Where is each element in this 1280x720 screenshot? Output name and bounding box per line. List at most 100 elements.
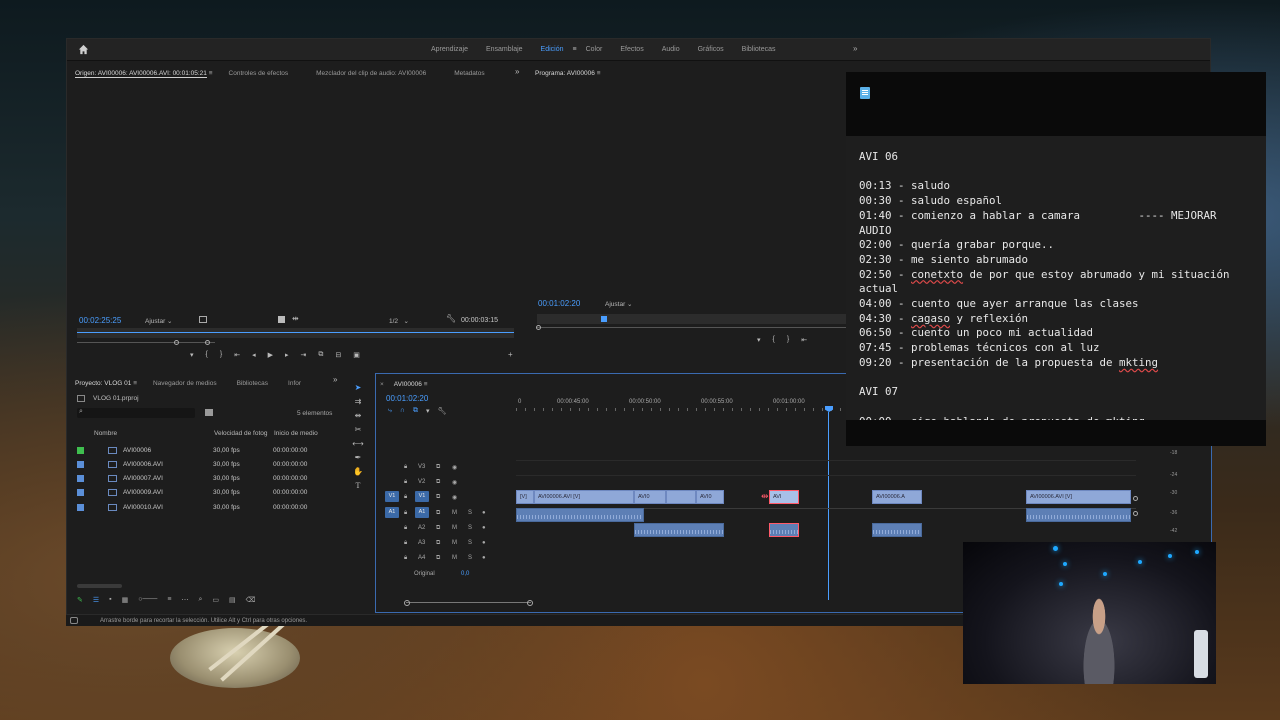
tab-project[interactable]: Proyecto: VLOG 01 ≡ — [67, 380, 145, 387]
new-bin-icon[interactable]: ▭ — [212, 596, 219, 604]
overwrite-clip-icon[interactable]: ⊟ — [335, 351, 341, 359]
mute-button[interactable]: M — [452, 510, 457, 516]
label-color-swatch[interactable] — [77, 503, 84, 511]
zoom-slider-icon[interactable]: ○─── — [138, 596, 157, 604]
workspace-tab[interactable]: Audio — [653, 46, 689, 53]
marker-icon[interactable]: ▾ — [757, 336, 761, 344]
solo-button[interactable]: S — [468, 555, 472, 561]
sync-lock-icon[interactable]: ⧉ — [436, 464, 440, 471]
settings-icon[interactable] — [199, 316, 207, 323]
eye-icon[interactable]: ◉ — [452, 464, 457, 471]
voice-over-icon[interactable]: ● — [482, 525, 486, 531]
stop-square-icon[interactable] — [278, 316, 285, 323]
insert-icon[interactable]: ⇹ — [292, 314, 299, 323]
horizontal-scrollbar[interactable] — [77, 584, 122, 588]
freeform-view-icon[interactable]: ▦ — [122, 596, 129, 604]
more-workspaces-icon[interactable]: » — [853, 44, 857, 53]
source-patch-v1[interactable]: V1 — [385, 491, 399, 502]
col-start[interactable]: Inicio de medio — [274, 430, 318, 437]
add-marker-icon[interactable]: ▾ — [426, 407, 430, 415]
close-sequence-icon[interactable]: × — [376, 381, 392, 388]
project-item-row[interactable]: AVI00009.AVI 30,00 fps 00:00:00:00 — [77, 486, 333, 500]
workspace-tab[interactable]: Aprendizaje — [422, 46, 477, 53]
zoom-bar[interactable] — [77, 342, 215, 343]
notepad-icon[interactable] — [860, 87, 870, 99]
mark-in-icon[interactable]: { — [773, 336, 775, 344]
selected-video-clip[interactable]: AVI — [769, 490, 799, 504]
video-clip[interactable]: AVI00006.AVI [V] — [534, 490, 634, 504]
notepad-text-area[interactable]: AVI 06 00:13 - saludo 00:30 - saludo espa… — [846, 136, 1266, 420]
project-item-row[interactable]: AVI00006.AVI 30,00 fps 00:00:00:00 — [77, 457, 333, 471]
tab-source[interactable]: Origen: AVI00006: AVI00006.AVI: 00:01:05… — [67, 69, 221, 78]
timeline-zoom-bar[interactable] — [406, 602, 531, 603]
mark-in-icon[interactable]: { — [206, 351, 208, 359]
sync-lock-icon[interactable]: ⧉ — [436, 510, 440, 517]
workspace-tab[interactable]: Efectos — [611, 46, 652, 53]
program-playhead[interactable] — [601, 316, 607, 322]
solo-button[interactable]: S — [468, 525, 472, 531]
project-item-row[interactable]: AVI00006 30,00 fps 00:00:00:00 — [77, 443, 333, 457]
track-lock-icon[interactable]: 🔒︎ — [404, 555, 407, 562]
sync-lock-icon[interactable]: ⧉ — [436, 494, 440, 501]
panel-overflow-icon[interactable]: » — [333, 375, 337, 384]
timeline-settings-icon[interactable]: 🔧︎ — [437, 407, 446, 415]
workspace-tab[interactable]: Edición — [532, 46, 573, 53]
program-scrubber[interactable] — [537, 314, 847, 324]
source-timecode[interactable]: 00:02:25:25 — [79, 316, 121, 325]
pen-tool-icon[interactable]: ✒ — [355, 453, 362, 462]
track-label-a1[interactable]: A1 — [415, 507, 429, 518]
track-label-v2[interactable]: V2 — [418, 479, 425, 485]
workspace-tab[interactable]: Bibliotecas — [733, 46, 785, 53]
track-lock-icon[interactable]: 🔒︎ — [404, 494, 407, 501]
solo-button[interactable]: S — [468, 540, 472, 546]
workspace-tab[interactable]: Ensamblaje — [477, 46, 532, 53]
video-clip[interactable]: AVI0 — [634, 490, 666, 504]
voice-over-icon[interactable]: ● — [482, 555, 486, 561]
track-lock-icon[interactable]: 🔒︎ — [404, 479, 407, 486]
step-back-icon[interactable]: ◂ — [252, 351, 256, 359]
track-select-tool-icon[interactable]: ⇉ — [355, 397, 362, 406]
col-fps[interactable]: Velocidad de fotog — [214, 430, 274, 437]
pencil-icon[interactable]: ✎ — [77, 596, 83, 604]
selection-tool-icon[interactable]: ➤ — [355, 383, 362, 392]
add-button-icon[interactable]: + — [508, 350, 513, 359]
tab-info[interactable]: Infor — [276, 380, 309, 387]
new-item-icon[interactable]: ▤ — [229, 596, 236, 604]
selected-audio-clip[interactable] — [769, 523, 799, 537]
track-lock-icon[interactable]: 🔒︎ — [404, 525, 407, 532]
mute-button[interactable]: M — [452, 555, 457, 561]
zoom-handle[interactable] — [174, 340, 179, 345]
hand-tool-icon[interactable]: ✋ — [353, 467, 363, 476]
panel-overflow-icon[interactable]: » — [515, 67, 519, 76]
eye-icon[interactable]: ◉ — [452, 494, 457, 501]
marker-icon[interactable]: ▾ — [190, 351, 194, 359]
tab-metadata[interactable]: Metadatos — [434, 70, 492, 77]
label-color-swatch[interactable] — [77, 446, 84, 454]
track-zoom-handle[interactable] — [1133, 511, 1138, 516]
icon-view-icon[interactable]: ▪ — [109, 596, 111, 604]
audio-clip[interactable] — [634, 523, 724, 537]
clear-icon[interactable]: ⌫ — [246, 596, 256, 604]
program-timecode[interactable]: 00:01:02:20 — [538, 299, 580, 308]
sync-lock-icon[interactable]: ⧉ — [436, 555, 440, 562]
zoom-handle[interactable] — [404, 600, 410, 606]
mute-button[interactable]: M — [452, 540, 457, 546]
workspace-tab[interactable]: Color — [577, 46, 612, 53]
timeline-timecode[interactable]: 00:01:02:20 — [386, 394, 428, 403]
project-item-row[interactable]: AVI00007.AVI 30,00 fps 00:00:00:00 — [77, 472, 333, 486]
tab-libraries[interactable]: Bibliotecas — [225, 380, 276, 387]
track-label-a4[interactable]: A4 — [418, 555, 425, 561]
slip-tool-icon[interactable]: ⟷ — [352, 439, 363, 448]
label-color-swatch[interactable] — [77, 460, 84, 468]
audio-clip[interactable] — [1026, 508, 1131, 522]
video-clip[interactable]: AVI0 — [696, 490, 724, 504]
camera-icon[interactable]: ▣ — [353, 351, 360, 359]
find-icon[interactable]: ⌕ — [198, 596, 202, 604]
workspace-tab[interactable]: Gráficos — [689, 46, 733, 53]
go-to-in-icon[interactable]: ⇤ — [234, 351, 240, 359]
source-patch-a1[interactable]: A1 — [385, 507, 399, 518]
source-resolution-dropdown[interactable]: 1/2 ⌄ — [389, 317, 409, 325]
label-color-swatch[interactable] — [77, 489, 84, 497]
mute-button[interactable]: M — [452, 525, 457, 531]
tab-audio-clip-mixer[interactable]: Mezclador del clip de audio: AVI00006 — [296, 70, 434, 77]
